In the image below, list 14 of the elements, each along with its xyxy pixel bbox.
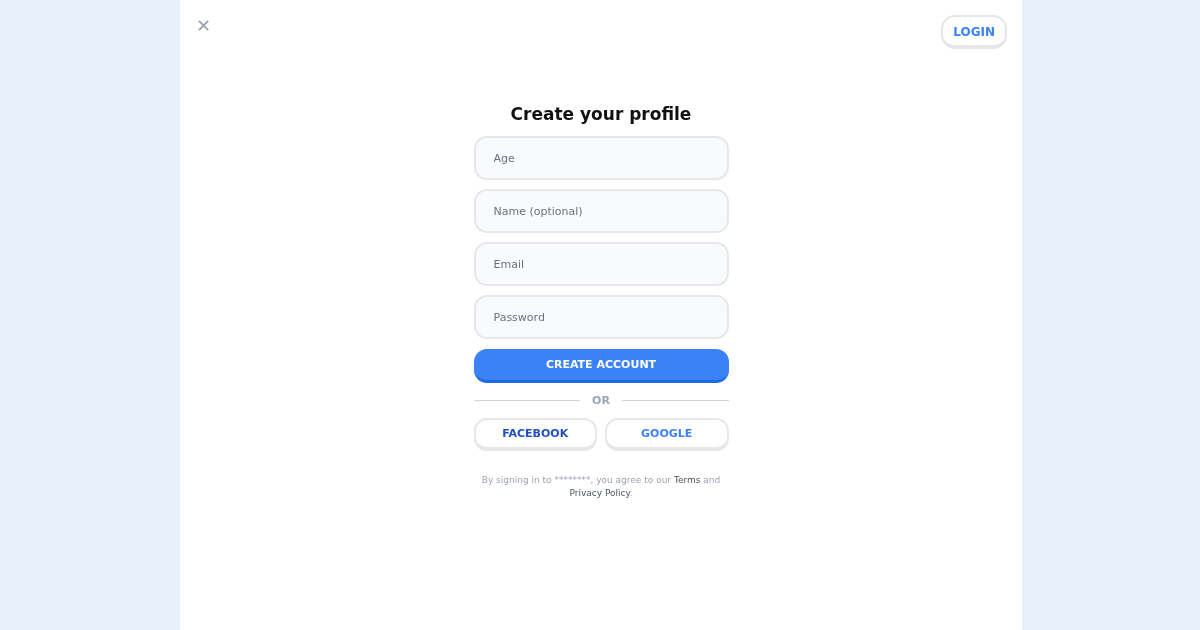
divider-label: OR: [592, 394, 610, 407]
close-button[interactable]: ✕: [196, 15, 212, 36]
input-field[interactable]: Age: [473, 136, 729, 180]
social-login-button[interactable]: GOOGLE: [605, 418, 729, 451]
social-login-button[interactable]: FACEBOOK: [473, 418, 597, 451]
terms-link[interactable]: Terms: [673, 475, 701, 485]
login-button[interactable]: LOGIN: [941, 15, 1007, 49]
form-title: Create your profile: [509, 104, 693, 124]
input-field[interactable]: Password: [473, 295, 729, 339]
create-account-button[interactable]: CREATE ACCOUNT: [473, 349, 729, 383]
input-field[interactable]: Name (optional): [473, 189, 729, 233]
privacy-policy-link[interactable]: Privacy Policy: [569, 488, 630, 498]
legal-notice: By signing in to ********, you agree to our Terms and Privacy Policy.: [480, 474, 722, 500]
input-field[interactable]: Email: [473, 242, 729, 286]
